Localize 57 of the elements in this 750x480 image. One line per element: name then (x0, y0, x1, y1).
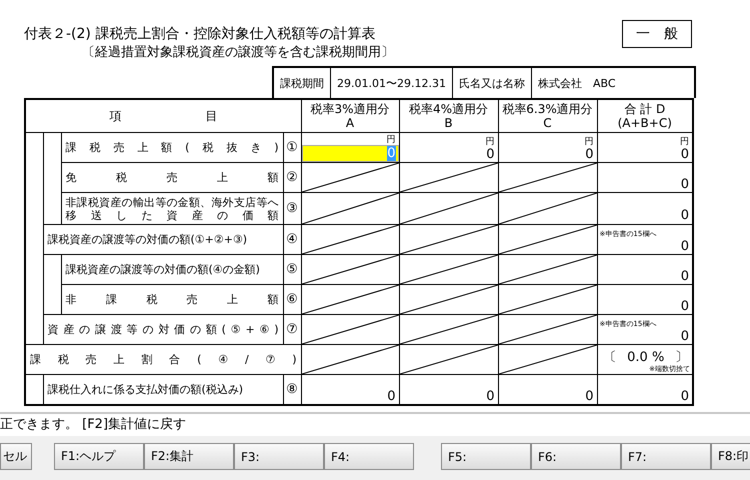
ratio-value: 0.0 % (627, 350, 664, 365)
unit-label: 円 (680, 137, 690, 147)
line-number: ⑤ (286, 262, 298, 277)
row-label: 課税売上額(税抜き) (66, 141, 278, 154)
amount-value: 0 (680, 389, 690, 404)
column-header: 税率6.3%適用分 C (498, 99, 597, 132)
amount-value: 0 (680, 177, 690, 192)
row-label: 課税資産の譲渡等の対価の額(④の金額) (66, 263, 261, 276)
amount-value: 0 (585, 389, 594, 404)
row-label: 免税売上額 (66, 171, 278, 184)
row-label: 非課税資産の輸出等の金額、海外支店等へ移送した資産の価額 (66, 196, 278, 222)
amount-value: 0 (486, 389, 496, 404)
function-key-button[interactable]: F2:集計 (144, 443, 234, 470)
form-subtitle: 〔経過措置対象課税資産の譲渡等を含む課税期間用〕 (82, 44, 394, 61)
amount-value: 0 (680, 299, 690, 314)
line-number: ④ (286, 232, 298, 247)
amount-value: 0 (680, 208, 690, 223)
amount-value: 0 (680, 239, 690, 254)
function-key-button[interactable]: F7: (621, 443, 711, 470)
unit-label: 円 (584, 137, 594, 147)
function-key-button[interactable]: F3: (234, 443, 324, 470)
line-number: ② (286, 170, 298, 185)
function-key-button[interactable]: F8:印 (711, 443, 750, 470)
row-label: 資産の譲渡等の対価の額(⑤+⑥) (48, 323, 278, 336)
amount-value: 0 (680, 269, 690, 284)
function-key-button[interactable]: F1:ヘルプ (54, 443, 144, 470)
column-header: 税率3%適用分 A (301, 99, 399, 132)
unit-label: 円 (386, 135, 396, 145)
function-key-button[interactable]: F6: (531, 443, 621, 470)
form-title: 付表２-(2) 課税売上割合・控除対象仕入税額等の計算表 (24, 25, 376, 43)
function-key-button[interactable]: セル (0, 443, 32, 470)
info-label: 氏名又は名称 (452, 68, 532, 98)
column-header: 税率4%適用分 B (399, 99, 498, 132)
category-label: 一 般 (622, 20, 692, 48)
line-number: ⑥ (286, 292, 298, 307)
line-number: ① (286, 140, 298, 155)
line-number: ⑧ (286, 382, 298, 397)
line-number: ③ (286, 201, 298, 216)
row-label: 非課税売上額 (66, 293, 278, 306)
amount-value: 0 (680, 147, 690, 162)
info-value: 29.01.01〜29.12.31 (331, 68, 453, 98)
amount-value: 0 (585, 147, 594, 162)
line-number: ⑦ (286, 322, 298, 337)
row-label: 課税売上割合(④/⑦) (30, 353, 296, 366)
function-key-button[interactable]: F5: (441, 443, 531, 470)
amount-value: 0 (680, 329, 690, 344)
amount-value: 0 (486, 147, 496, 162)
info-label: 課税期間 (274, 68, 331, 98)
row-label: 課税資産の譲渡等の対価の額(①+②+③) (48, 233, 248, 246)
function-key-button[interactable]: F4: (324, 443, 414, 470)
amount-value: 0 (387, 389, 396, 404)
unit-label: 円 (486, 137, 496, 147)
item-header: 項 目 (25, 99, 301, 132)
info-value: 株式会社 ABC (536, 76, 617, 92)
bracket: 〔 (604, 350, 616, 365)
bracket: 〕 (674, 350, 688, 365)
row-label: 課税仕入れに係る支払対価の額(税込み) (48, 383, 244, 396)
